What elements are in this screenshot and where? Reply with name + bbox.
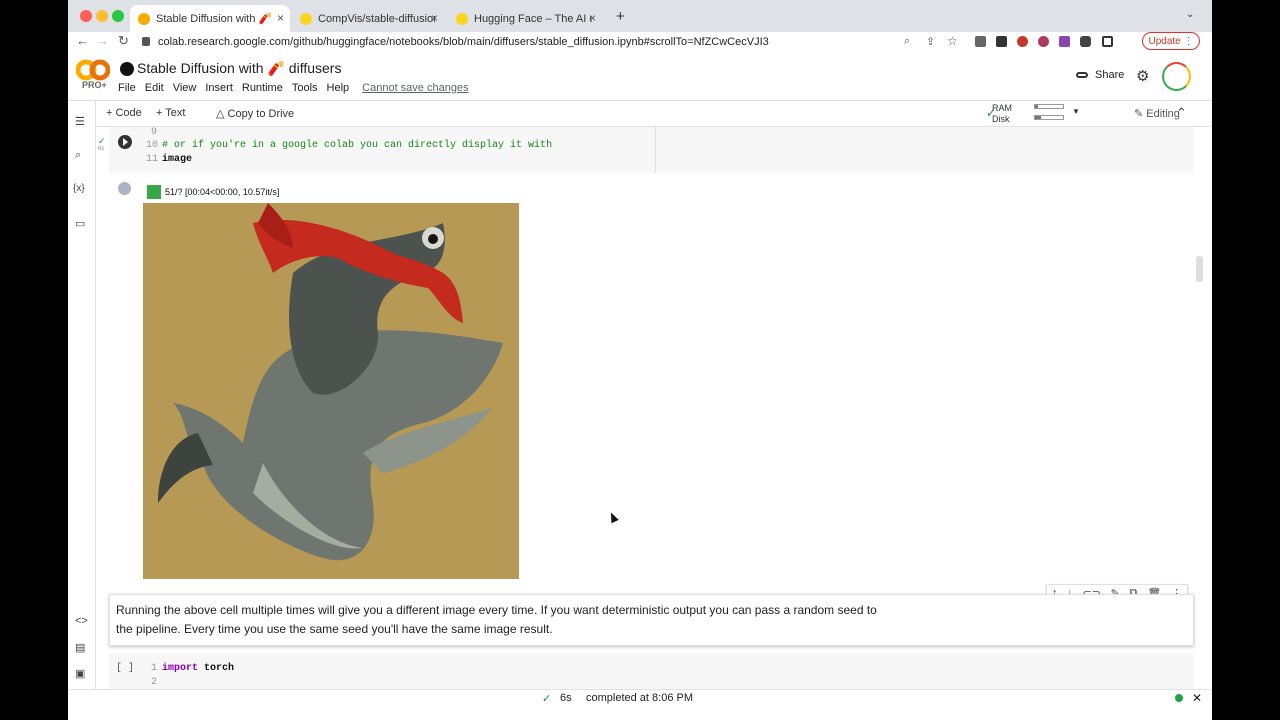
huggingface-favicon-icon: [300, 12, 312, 25]
status-check-icon: ✓: [542, 693, 552, 705]
menu-tools[interactable]: Tools: [292, 82, 318, 94]
share-page-icon[interactable]: ⇪: [926, 35, 935, 48]
cannot-save-changes-link[interactable]: Cannot save changes: [362, 82, 468, 94]
ram-usage-fill: [1035, 105, 1038, 108]
menu-help[interactable]: Help: [327, 82, 350, 94]
notebook-toolbar: + Code + Text △ Copy to Drive ✓ RAM Disk…: [96, 101, 1212, 127]
close-window-button[interactable]: [80, 10, 92, 22]
extension-purple-icon[interactable]: [1059, 36, 1070, 47]
avatar[interactable]: [1162, 62, 1191, 91]
puzzle-extensions-icon[interactable]: [1080, 36, 1091, 47]
colab-logo-icon: [76, 59, 110, 81]
generated-image: [143, 203, 519, 579]
sidebar-panel-icon[interactable]: [1102, 36, 1113, 47]
close-tab-icon[interactable]: ×: [589, 11, 596, 25]
code-snippets-icon[interactable]: <>: [75, 615, 88, 627]
editing-mode-button[interactable]: ✎ Editing: [1134, 107, 1180, 120]
code-cell-2[interactable]: 1 import torch 2: [109, 653, 1194, 689]
gear-icon[interactable]: ⚙: [1136, 67, 1149, 85]
reload-icon[interactable]: ↻: [118, 33, 129, 49]
terminal-icon[interactable]: ▣: [75, 667, 85, 680]
resource-labels[interactable]: RAM Disk: [992, 103, 1012, 125]
pro-plus-label: PRO+: [82, 80, 107, 90]
menu-edit[interactable]: Edit: [145, 82, 164, 94]
drive-icon: △: [216, 108, 225, 120]
share-button[interactable]: Share: [1076, 69, 1124, 81]
notebook-content: 9 10 # or if you're in a google colab yo…: [96, 127, 1200, 689]
copy-to-drive-button[interactable]: △ Copy to Drive: [216, 107, 294, 120]
add-code-button[interactable]: + Code: [106, 107, 142, 119]
address-bar-row: ← → ↻ colab.research.google.com/github/h…: [68, 32, 1212, 51]
tab-strip: Stable Diffusion with 🧨 diffus × CompVis…: [68, 0, 1212, 32]
notebook-title[interactable]: Stable Diffusion with 🧨 diffusers: [120, 60, 341, 77]
search-icon[interactable]: ⌕: [75, 149, 81, 162]
close-status-icon[interactable]: ✕: [1192, 691, 1202, 705]
status-time: 6s: [560, 692, 572, 704]
extension-circle-icon[interactable]: [1038, 36, 1049, 47]
menu-view[interactable]: View: [173, 82, 197, 94]
runtime-status-dot: [1175, 694, 1183, 702]
huggingface-favicon-icon: [456, 12, 468, 25]
cell-divider: [655, 127, 656, 173]
maximize-window-button[interactable]: [112, 10, 124, 22]
zoom-icon[interactable]: ⌕: [904, 35, 910, 48]
progress-bar: [147, 185, 161, 199]
new-tab-icon[interactable]: +: [616, 8, 625, 25]
disk-usage-bar: [1034, 115, 1064, 120]
tab-hugging-face[interactable]: Hugging Face – The AI commu ×: [448, 5, 602, 32]
disk-usage-fill: [1035, 116, 1041, 119]
menu-runtime[interactable]: Runtime: [242, 82, 283, 94]
run-cell-button[interactable]: [118, 135, 132, 149]
text-cell[interactable]: Running the above cell multiple times wi…: [109, 594, 1194, 646]
add-text-button[interactable]: + Text: [156, 107, 185, 119]
lock-icon: [142, 37, 150, 46]
command-palette-icon[interactable]: ▤: [75, 641, 85, 654]
extension-dark-icon[interactable]: [996, 36, 1007, 47]
forward-arrow-icon[interactable]: →: [96, 33, 109, 48]
ram-usage-bar: [1034, 104, 1064, 109]
tab-stable-diffusion[interactable]: Stable Diffusion with 🧨 diffus ×: [130, 5, 290, 32]
github-icon: [120, 61, 134, 76]
table-of-contents-icon[interactable]: ☰: [75, 115, 85, 128]
dolphin-illustration: [143, 203, 519, 579]
browser-window: Stable Diffusion with 🧨 diffus × CompVis…: [68, 0, 1212, 720]
url-field[interactable]: colab.research.google.com/github/hugging…: [142, 33, 902, 50]
output-options-icon[interactable]: [118, 182, 131, 195]
variables-icon[interactable]: {x}: [73, 183, 85, 194]
code-cell[interactable]: 9 10 # or if you're in a google colab yo…: [109, 127, 1194, 173]
close-tab-icon[interactable]: ×: [431, 11, 438, 25]
progress-output: 51/? [00:04<00:00, 10.57it/s]: [147, 185, 279, 199]
tab-search-chevron-icon[interactable]: ⌄: [1186, 9, 1194, 20]
close-tab-icon[interactable]: ×: [277, 11, 284, 25]
menu-bar: File Edit View Insert Runtime Tools Help…: [118, 82, 478, 94]
vertical-scrollbar[interactable]: [1196, 256, 1203, 282]
cell-run-time: 6s: [98, 146, 105, 152]
colab-header: PRO+ Stable Diffusion with 🧨 diffusers F…: [68, 51, 1212, 101]
folder-icon[interactable]: ▭: [75, 217, 85, 230]
menu-file[interactable]: File: [118, 82, 136, 94]
minimize-window-button[interactable]: [96, 10, 108, 22]
status-bar: ✓ 6s completed at 8:06 PM ✕: [68, 689, 1212, 707]
run-cell-2-button[interactable]: [ ]: [116, 663, 134, 674]
colab-favicon-icon: [138, 12, 150, 25]
update-browser-button[interactable]: Update ⋮: [1142, 32, 1200, 50]
tab-compvis[interactable]: CompVis/stable-diffusion-v1-4 ×: [292, 5, 444, 32]
mouse-cursor-icon: [607, 510, 619, 524]
camera-extension-icon[interactable]: [975, 36, 986, 47]
location-pin-icon[interactable]: [1017, 36, 1028, 47]
collapse-header-icon[interactable]: ⌃: [1176, 105, 1187, 121]
menu-insert[interactable]: Insert: [205, 82, 233, 94]
status-message: completed at 8:06 PM: [586, 692, 694, 704]
resources-dropdown-icon[interactable]: ▼: [1072, 107, 1080, 116]
left-rail: ☰ ⌕ {x} ▭ <> ▤ ▣: [68, 101, 96, 701]
link-icon: [1076, 72, 1088, 78]
bookmark-star-icon[interactable]: ☆: [947, 34, 958, 48]
back-arrow-icon[interactable]: ←: [76, 33, 89, 48]
